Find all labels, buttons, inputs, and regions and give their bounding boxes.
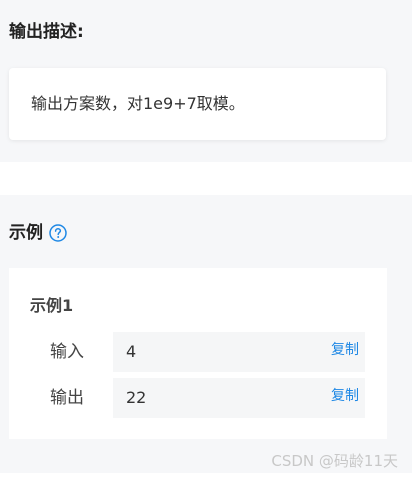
copy-input-button[interactable]: 复制 <box>331 340 359 360</box>
example-name: 示例1 <box>30 296 74 315</box>
csdn-watermark: CSDN @码龄11天 <box>271 452 398 470</box>
output-description-card: 输出方案数，对1e9+7取模。 <box>9 68 386 140</box>
output-label: 输出 <box>50 388 84 408</box>
input-box: 4 复制 <box>113 332 365 372</box>
example-heading: 示例 <box>9 221 67 245</box>
copy-output-button[interactable]: 复制 <box>331 386 359 406</box>
question-circle-icon[interactable] <box>49 224 67 242</box>
example-input-row: 输入 4 复制 <box>9 332 387 372</box>
output-description-heading: 输出描述: <box>9 22 84 42</box>
output-box: 22 复制 <box>113 378 365 418</box>
output-value: 22 <box>126 388 147 407</box>
example-section: 示例 示例1 输入 4 复制 输出 22 复制 <box>0 195 412 473</box>
input-value: 4 <box>126 342 137 361</box>
input-label: 输入 <box>50 342 84 362</box>
example-card: 示例1 输入 4 复制 输出 22 复制 <box>9 268 387 439</box>
example-output-row: 输出 22 复制 <box>9 378 387 418</box>
output-description-section: 输出描述: 输出方案数，对1e9+7取模。 <box>0 0 412 162</box>
example-heading-title: 示例 <box>9 223 43 243</box>
output-description-text: 输出方案数，对1e9+7取模。 <box>31 94 245 113</box>
